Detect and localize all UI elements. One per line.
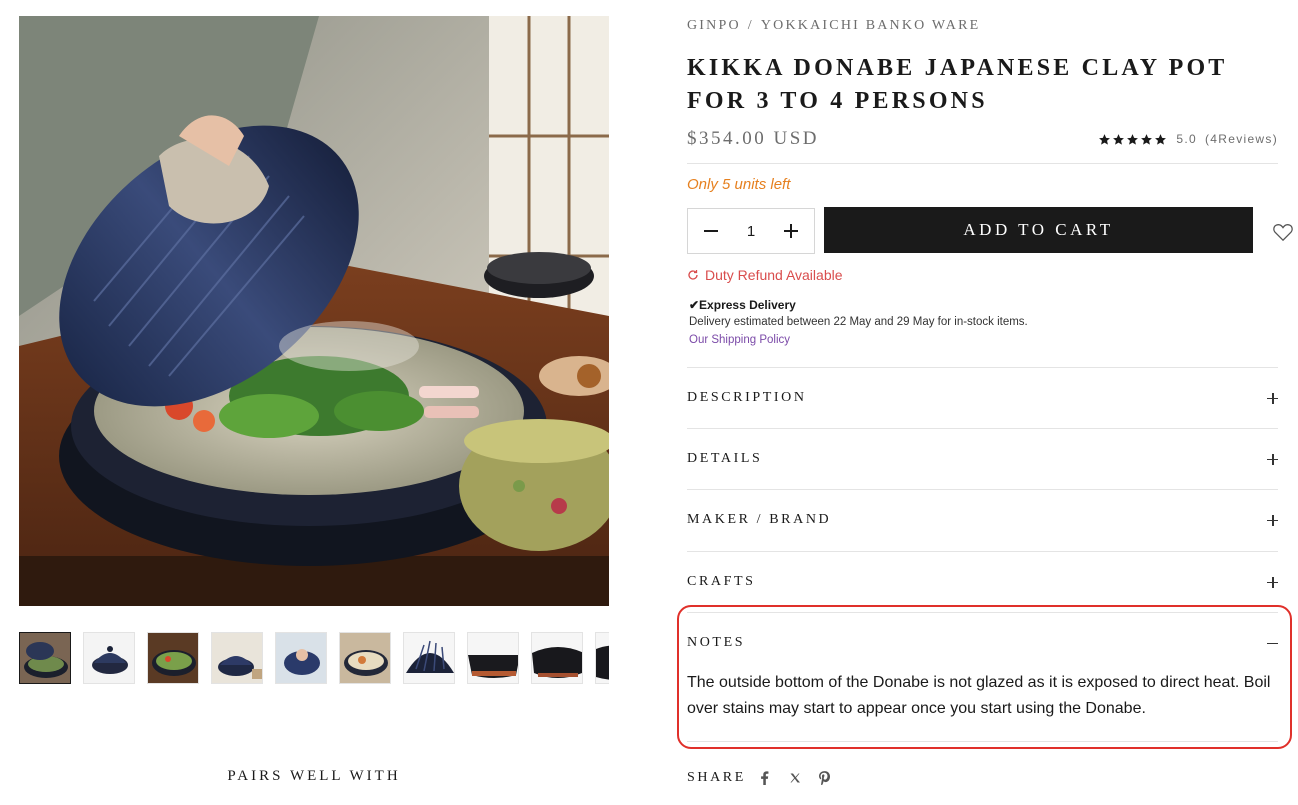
thumbnail-strip: [19, 632, 609, 684]
thumbnail-5[interactable]: [275, 632, 327, 684]
thumbnail-9[interactable]: [531, 632, 583, 684]
plus-icon: [1267, 392, 1278, 404]
thumbnail-1[interactable]: [19, 632, 71, 684]
divider: [687, 163, 1278, 164]
quantity-input[interactable]: 1: [747, 223, 755, 240]
divider: [687, 551, 1278, 552]
duty-refund-label: Duty Refund Available: [705, 267, 843, 283]
share-bar: SHARE: [687, 770, 848, 786]
accordion-label: DESCRIPTION: [687, 390, 807, 405]
breadcrumb-collection[interactable]: YOKKAICHI BANKO WARE: [761, 18, 981, 33]
accordion-label: MAKER / BRAND: [687, 512, 832, 527]
star-icon: [1113, 133, 1125, 145]
product-rating[interactable]: 5.0 (4Reviews): [1098, 132, 1278, 146]
share-label: SHARE: [687, 770, 746, 785]
thumbnail-8[interactable]: [467, 632, 519, 684]
accordion-crafts[interactable]: CRAFTS: [687, 567, 1278, 597]
accordion-label: DETAILS: [687, 451, 763, 466]
thumbnail-2[interactable]: [83, 632, 135, 684]
thumbnail-4[interactable]: [211, 632, 263, 684]
breadcrumb-brand[interactable]: GINPO: [687, 18, 741, 33]
pairs-well-with-heading: PAIRS WELL WITH: [227, 768, 401, 784]
decrease-quantity-button[interactable]: [704, 224, 718, 238]
notes-highlight-frame: [677, 605, 1292, 749]
pinterest-icon[interactable]: [818, 771, 832, 785]
increase-quantity-button[interactable]: [784, 224, 798, 238]
accordion-maker-brand[interactable]: MAKER / BRAND: [687, 505, 1278, 535]
plus-icon: [1267, 576, 1278, 588]
shipping-policy-link[interactable]: Our Shipping Policy: [689, 334, 790, 346]
product-main-image[interactable]: [19, 16, 609, 606]
accordion-details[interactable]: DETAILS: [687, 444, 1278, 474]
thumbnail-7[interactable]: [403, 632, 455, 684]
star-icon: [1127, 133, 1139, 145]
thumbnail-6[interactable]: [339, 632, 391, 684]
express-delivery-label: ✔Express Delivery: [689, 298, 796, 312]
plus-icon: [1267, 453, 1278, 465]
rating-stars: [1098, 133, 1168, 146]
accordion-description[interactable]: DESCRIPTION: [687, 383, 1278, 413]
star-icon: [1155, 133, 1167, 145]
product-title: KIKKA DONABE JAPANESE CLAY POT FOR 3 TO …: [687, 55, 1228, 114]
x-icon[interactable]: [788, 771, 802, 785]
rating-value: 5.0: [1176, 132, 1197, 146]
thumbnail-10[interactable]: [595, 632, 609, 684]
delivery-estimate: Delivery estimated between 22 May and 29…: [689, 316, 1028, 328]
product-price: $354.00 USD: [687, 128, 820, 149]
thumbnail-3[interactable]: [147, 632, 199, 684]
breadcrumb: GINPO / YOKKAICHI BANKO WARE: [687, 18, 980, 34]
plus-icon: [1267, 514, 1278, 526]
divider: [687, 367, 1278, 368]
heart-icon[interactable]: [1272, 222, 1294, 242]
quantity-stepper: 1: [687, 208, 815, 254]
accordion-label: CRAFTS: [687, 574, 756, 589]
star-icon: [1141, 133, 1153, 145]
add-to-cart-button[interactable]: ADD TO CART: [824, 207, 1253, 253]
review-count[interactable]: (4Reviews): [1205, 132, 1278, 146]
divider: [687, 489, 1278, 490]
duty-refund: Duty Refund Available: [687, 267, 843, 283]
stock-note: Only 5 units left: [687, 176, 791, 193]
star-icon: [1099, 133, 1111, 145]
refresh-icon: [688, 270, 698, 280]
facebook-icon[interactable]: [758, 771, 772, 785]
breadcrumb-separator: /: [747, 18, 754, 33]
divider: [687, 428, 1278, 429]
